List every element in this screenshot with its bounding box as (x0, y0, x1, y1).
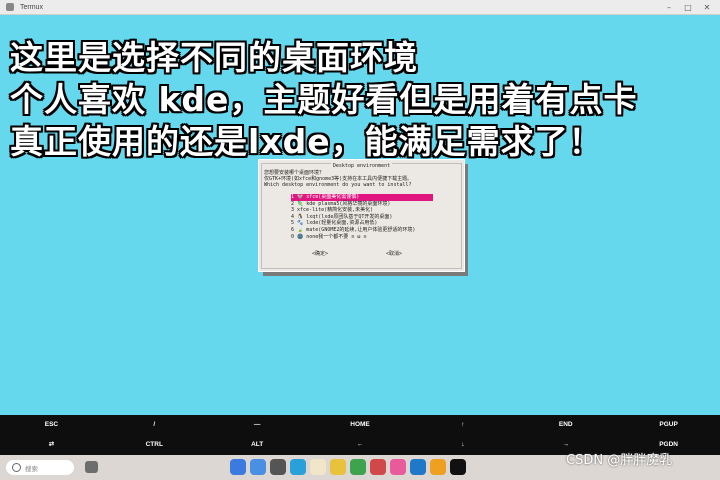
terminal-alt-icon[interactable] (410, 459, 426, 475)
menu-item-xfce[interactable]: 1 🐭 xfce(桌面美化需谨慎) (291, 194, 433, 201)
terminal-screen[interactable]: 这里是选择不同的桌面环境 个人喜欢 kde，主题好看但是用着有点卡 真正使用的还… (0, 15, 720, 415)
store-icon[interactable] (290, 459, 306, 475)
dialog-title: Desktop environment (330, 163, 393, 169)
watermark: CSDN @胖胖魔乳 (566, 453, 673, 468)
search-placeholder: 搜索 (25, 464, 38, 473)
caption-line-1: 这里是选择不同的桌面环境 (10, 38, 418, 77)
key-pgup[interactable]: PGUP (617, 415, 720, 435)
termux-app-icon (6, 3, 14, 11)
extra-keys-row-1: ESC / — HOME ↑ END PGUP (0, 415, 720, 435)
key-ctrl[interactable]: CTRL (103, 435, 206, 455)
key-alt[interactable]: ALT (206, 435, 309, 455)
menu-item-mate[interactable]: 6 🍃 mate(GNOME2的延续,让用户体验更舒适的环境) (291, 227, 433, 234)
key-esc[interactable]: ESC (0, 415, 103, 435)
dialog-prompt: 您想要安装哪个桌面环境？ 仅GTK+环境(如xfce和gnome3等)支持在本工… (264, 170, 412, 188)
key-home[interactable]: HOME (309, 415, 412, 435)
window-title: Termux (20, 3, 43, 11)
menu-item-lxde[interactable]: 5 🐾 lxde(轻量化桌面,资源占用低) (291, 220, 433, 227)
task-view-icon[interactable] (85, 461, 98, 473)
caption-overlay: 这里是选择不同的桌面环境 个人喜欢 kde，主题好看但是用着有点卡 真正使用的还… (10, 37, 637, 163)
key-left[interactable]: ← (309, 435, 412, 455)
dialog-buttons: <确定> <取消> (259, 250, 464, 258)
mail-icon[interactable] (350, 459, 366, 475)
window-controls: – □ ✕ (664, 3, 712, 12)
desktop-menu: 1 🐭 xfce(桌面美化需谨慎) 2 🦎 kde plasma5(风格华丽的桌… (291, 194, 433, 240)
desktop-environment-dialog: Desktop environment 您想要安装哪个桌面环境？ 仅GTK+环境… (258, 159, 465, 272)
key-tab[interactable]: ⇄ (0, 435, 103, 455)
search-icon (12, 463, 21, 472)
minimize-button[interactable]: – (664, 3, 674, 12)
key-dash[interactable]: — (206, 415, 309, 435)
key-slash[interactable]: / (103, 415, 206, 435)
key-down[interactable]: ↓ (411, 435, 514, 455)
terminal-icon[interactable] (450, 459, 466, 475)
caption-line-3: 真正使用的还是lxde，能满足需求了！ (10, 122, 603, 161)
close-button[interactable]: ✕ (702, 3, 712, 12)
dock (230, 459, 466, 475)
browser-icon[interactable] (270, 459, 286, 475)
caption-line-2: 个人喜欢 kde，主题好看但是用着有点卡 (10, 80, 638, 119)
ok-button[interactable]: <确定> (312, 250, 328, 257)
window-titlebar[interactable]: Termux – □ ✕ (0, 0, 720, 15)
key-end[interactable]: END (514, 415, 617, 435)
taskbar-search[interactable]: 搜索 (6, 460, 74, 475)
prompt-line: Which desktop environment do you want to… (264, 182, 412, 188)
menu-item-xfce-lite[interactable]: 3 xfce-lite(精简化安装,未美化) (291, 207, 433, 214)
files-icon[interactable] (250, 459, 266, 475)
notes-icon[interactable] (310, 459, 326, 475)
send-icon[interactable] (390, 459, 406, 475)
gallery-icon[interactable] (330, 459, 346, 475)
maximize-button[interactable]: □ (683, 3, 693, 12)
launcher-icon[interactable] (230, 459, 246, 475)
key-up[interactable]: ↑ (411, 415, 514, 435)
menu-item-none[interactable]: 0 🌚 none我一个都不要 ≡ ω ≡ (291, 234, 433, 241)
media-icon[interactable] (370, 459, 386, 475)
cancel-button[interactable]: <取消> (386, 250, 402, 257)
game-icon[interactable] (430, 459, 446, 475)
